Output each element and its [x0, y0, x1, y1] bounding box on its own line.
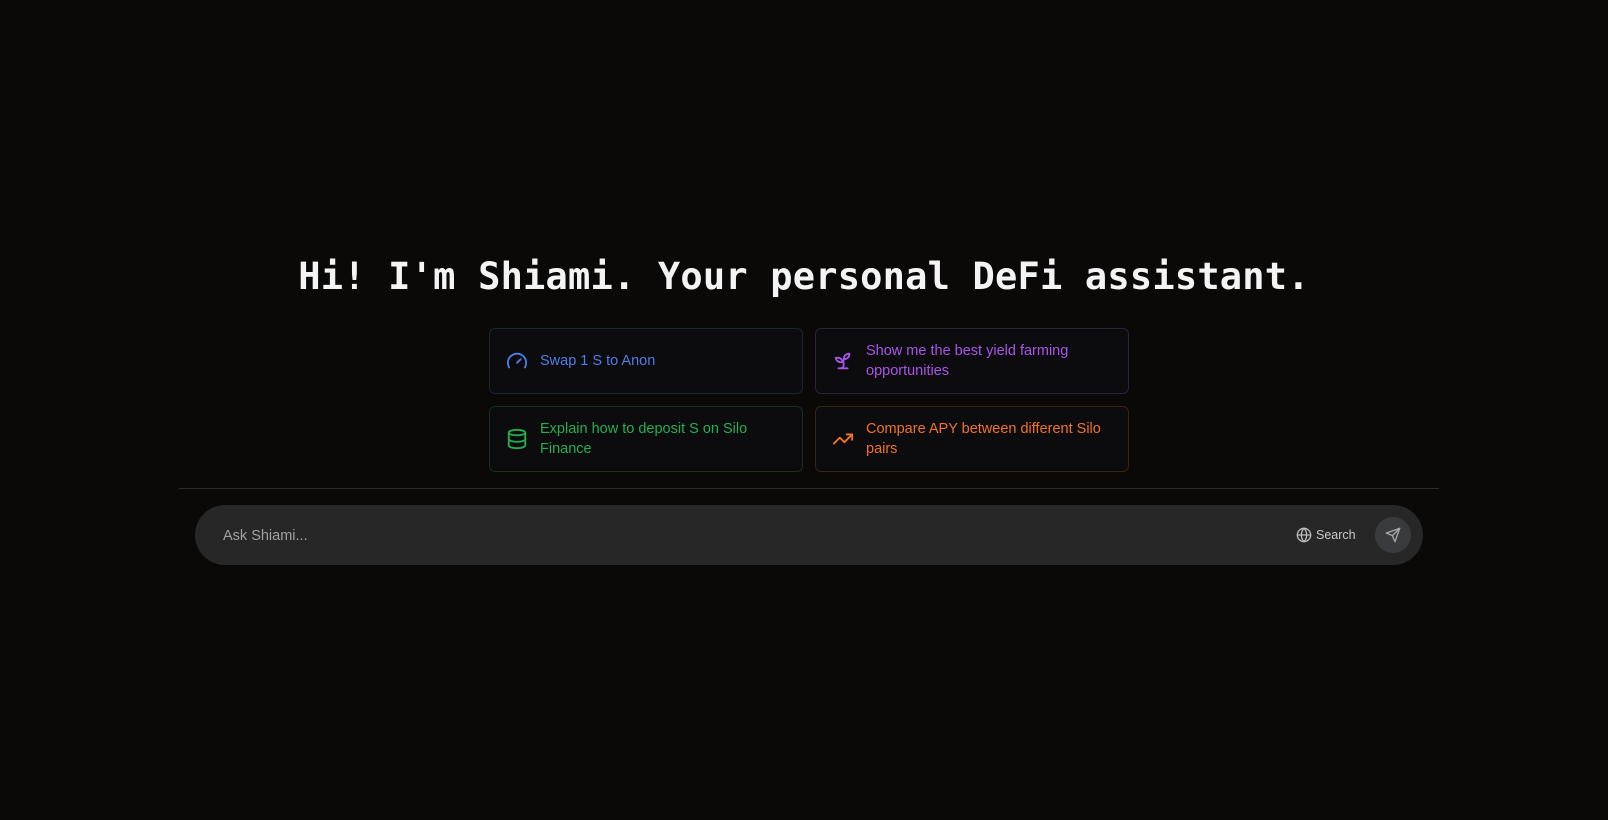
suggestion-label: Explain how to deposit S on Silo Finance — [540, 421, 748, 457]
search-label: Search — [1316, 528, 1356, 542]
chat-input[interactable] — [221, 505, 1125, 567]
search-toggle-button[interactable]: Search — [1296, 523, 1356, 547]
sprout-icon — [832, 350, 854, 372]
chat-composer: Search — [195, 505, 1423, 567]
suggestion-yield-farming[interactable]: Show me the best yield farming opportuni… — [815, 328, 1129, 394]
suggestion-swap[interactable]: Swap 1 S to Anon — [489, 328, 803, 394]
suggestion-label: Show me the best yield farming opportuni… — [866, 343, 1069, 379]
app-root: Hi! I'm Shiami. Your personal DeFi assis… — [0, 0, 1608, 820]
suggestion-grid: Swap 1 S to Anon Show me the best yield … — [489, 328, 1129, 472]
globe-icon — [1296, 527, 1312, 543]
send-button[interactable] — [1375, 517, 1411, 553]
speedometer-icon — [506, 350, 528, 372]
suggestion-label: Swap 1 S to Anon — [540, 353, 656, 369]
page-title: Hi! I'm Shiami. Your personal DeFi assis… — [298, 255, 1310, 298]
database-icon — [506, 428, 528, 450]
trending-up-icon — [832, 428, 854, 450]
suggestion-compare-apy[interactable]: Compare APY between different Silo pairs — [815, 406, 1129, 472]
send-icon — [1385, 527, 1401, 543]
divider — [179, 488, 1439, 489]
suggestion-label: Compare APY between different Silo pairs — [866, 421, 1101, 457]
suggestion-deposit-silo[interactable]: Explain how to deposit S on Silo Finance — [489, 406, 803, 472]
